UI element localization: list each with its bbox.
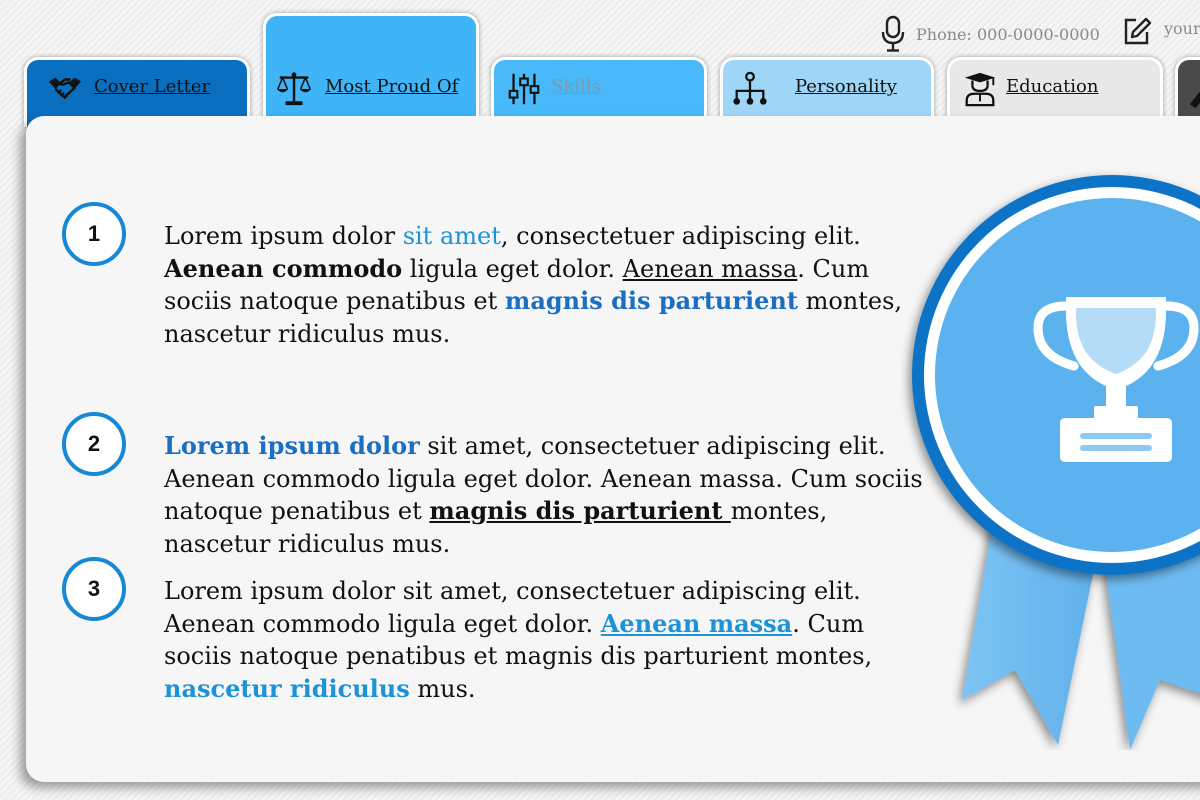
link-magnis-dis-parturient[interactable]: magnis dis parturient bbox=[505, 286, 798, 315]
edit-icon[interactable] bbox=[1122, 16, 1152, 46]
underlined-text: Aenean massa bbox=[622, 254, 798, 283]
email-text[interactable]: your bbox=[1164, 19, 1200, 38]
paragraph-2: Lorem ipsum dolor sit amet, consectetuer… bbox=[164, 431, 923, 558]
link-aenean-massa[interactable]: Aenean massa bbox=[601, 609, 792, 638]
microphone-icon bbox=[881, 15, 905, 52]
link-lorem-ipsum-dolor[interactable]: Lorem ipsum dolor bbox=[164, 431, 420, 460]
tab-most-proud-of[interactable]: Most Proud Of bbox=[263, 13, 479, 127]
tab-label-personality: Personality bbox=[795, 76, 897, 97]
paragraph-1: Lorem ipsum dolor sit amet, consectetuer… bbox=[164, 222, 903, 348]
tool-icon bbox=[1189, 91, 1200, 109]
number-badge-3: 3 bbox=[62, 557, 126, 621]
tab-label-cover-letter: Cover Letter bbox=[94, 76, 211, 97]
sliders-icon bbox=[508, 73, 540, 105]
tab-label-most-proud-of: Most Proud Of bbox=[325, 76, 459, 97]
hierarchy-icon bbox=[733, 71, 767, 105]
tab-label-skills: Skills bbox=[551, 76, 601, 97]
scales-icon bbox=[276, 72, 312, 106]
link-sit-amet[interactable]: sit amet bbox=[403, 222, 501, 250]
number-badge-1: 1 bbox=[62, 202, 126, 266]
number-badge-2: 2 bbox=[62, 412, 126, 476]
bold-underlined-text: magnis dis parturient bbox=[429, 496, 731, 525]
handshake-icon bbox=[48, 77, 82, 100]
link-nascetur-ridiculus[interactable]: nascetur ridiculus bbox=[164, 674, 410, 703]
paragraph-3: Lorem ipsum dolor sit amet, consectetuer… bbox=[164, 577, 873, 703]
tab-label-education: Education bbox=[1006, 76, 1099, 97]
phone-number: Phone: 000-0000-0000 bbox=[916, 24, 1100, 44]
award-ribbon-badge bbox=[912, 175, 1200, 750]
contact-bar: Phone: 000-0000-0000 your bbox=[878, 14, 1200, 54]
graduate-icon bbox=[964, 72, 996, 107]
